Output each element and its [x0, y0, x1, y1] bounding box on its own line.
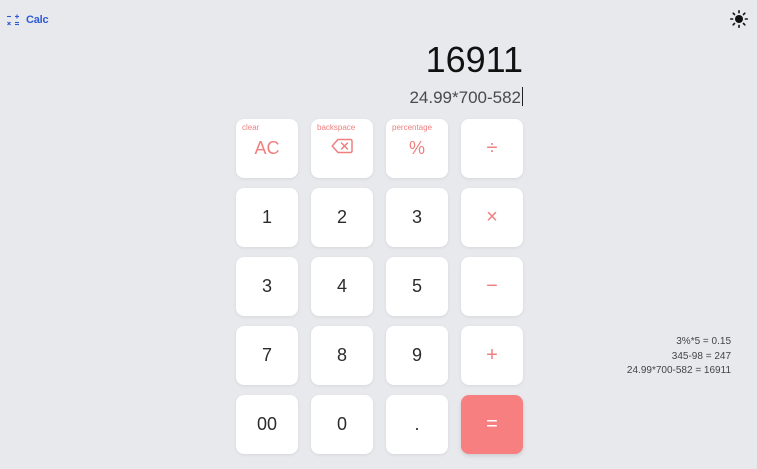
- digit-label: 9: [411, 345, 422, 365]
- minus-button[interactable]: −: [461, 257, 523, 316]
- plus-button[interactable]: +: [461, 326, 523, 385]
- digit-button[interactable]: 8: [311, 326, 373, 385]
- text-caret: [522, 87, 523, 106]
- backspace-hint: backspace: [317, 123, 356, 132]
- digit-label: 7: [261, 345, 272, 365]
- digit-button[interactable]: 9: [386, 326, 448, 385]
- history-item[interactable]: 24.99*700-582 = 16911: [627, 364, 731, 379]
- zero-button[interactable]: 0: [311, 395, 373, 454]
- result-display: 16911: [425, 39, 523, 80]
- sun-icon: [730, 9, 749, 33]
- clear-hint: clear: [242, 123, 260, 132]
- percentage-button[interactable]: percentage %: [386, 119, 448, 178]
- divide-label: ÷: [486, 137, 498, 159]
- app-brand[interactable]: Calc: [6, 13, 49, 27]
- divide-button[interactable]: ÷: [461, 119, 523, 178]
- digit-label: 3: [411, 207, 422, 227]
- history-list: 3%*5 = 0.15 345-98 = 247 24.99*700-582 =…: [627, 335, 731, 379]
- clear-label: AC: [254, 138, 280, 158]
- backspace-icon: [331, 138, 353, 159]
- calculator-icon: [6, 13, 20, 27]
- keypad: clear AC backspace percentage % ÷ 1 2 3 …: [236, 119, 523, 454]
- theme-toggle-button[interactable]: [729, 9, 749, 33]
- expression-input[interactable]: 24.99*700-582: [409, 87, 523, 109]
- digit-button[interactable]: 5: [386, 257, 448, 316]
- clear-button[interactable]: clear AC: [236, 119, 298, 178]
- digit-label: 2: [336, 207, 347, 227]
- digit-label: 8: [336, 345, 347, 365]
- app-name: Calc: [26, 14, 49, 26]
- digit-button[interactable]: 4: [311, 257, 373, 316]
- history-item[interactable]: 3%*5 = 0.15: [627, 335, 731, 350]
- digit-label: 5: [411, 276, 422, 296]
- digit-label: 1: [261, 207, 272, 227]
- digit-label: 3: [261, 276, 272, 296]
- digit-button[interactable]: 1: [236, 188, 298, 247]
- decimal-button[interactable]: .: [386, 395, 448, 454]
- digit-label: 4: [336, 276, 347, 296]
- minus-label: −: [486, 275, 498, 297]
- equals-button[interactable]: =: [461, 395, 523, 454]
- plus-label: +: [486, 344, 498, 366]
- expression-text: 24.99*700-582: [409, 88, 521, 107]
- multiply-label: ×: [486, 206, 498, 228]
- digit-button[interactable]: 3: [236, 257, 298, 316]
- digit-label: 0: [336, 414, 347, 434]
- multiply-button[interactable]: ×: [461, 188, 523, 247]
- digit-button[interactable]: 7: [236, 326, 298, 385]
- backspace-button[interactable]: backspace: [311, 119, 373, 178]
- percentage-hint: percentage: [392, 123, 433, 132]
- digit-button[interactable]: 2: [311, 188, 373, 247]
- history-item[interactable]: 345-98 = 247: [627, 350, 731, 365]
- digit-button[interactable]: 3: [386, 188, 448, 247]
- digit-label: 00: [256, 414, 278, 434]
- double-zero-button[interactable]: 00: [236, 395, 298, 454]
- equals-label: =: [486, 413, 498, 435]
- decimal-label: .: [414, 414, 420, 434]
- percentage-label: %: [408, 138, 425, 158]
